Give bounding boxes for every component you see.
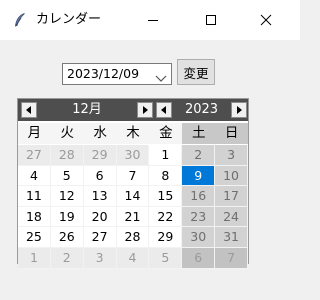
day-cell[interactable]: 21: [116, 206, 150, 228]
day-cell[interactable]: 27: [18, 145, 51, 166]
day-cell[interactable]: 25: [18, 227, 51, 248]
change-button[interactable]: 変更: [177, 59, 215, 85]
day-cell[interactable]: 11: [18, 186, 51, 207]
feather-icon: [12, 12, 28, 28]
calendar-header: 12月 2023: [18, 99, 248, 121]
weekday-label: 水: [93, 125, 107, 141]
day-cell[interactable]: 27: [83, 227, 117, 248]
day-cell[interactable]: 26: [50, 227, 84, 248]
window-title: カレンダー: [36, 12, 102, 27]
date-picker-combo[interactable]: 2023/12/09: [62, 63, 172, 85]
triangle-right-icon: [143, 106, 148, 114]
day-cell[interactable]: 30: [116, 145, 150, 166]
weekday-label: 火: [60, 125, 75, 141]
next-year-button[interactable]: [231, 102, 247, 118]
day-cell[interactable]: 6: [182, 247, 216, 269]
weekday-label: 日: [215, 123, 248, 144]
app-window: カレンダー 2023/12/09 変更 12月 2023 月 火 水 木 金 土…: [0, 0, 300, 300]
day-cell[interactable]: 10: [215, 165, 248, 187]
day-cell[interactable]: 20: [83, 206, 117, 228]
weekday-label: 月: [27, 125, 42, 141]
prev-year-button[interactable]: [156, 102, 172, 118]
calendar: 12月 2023 月 火 水 木 金 土 日 27 28 29 30 1 2 3…: [17, 98, 249, 269]
day-cell[interactable]: 22: [149, 206, 183, 228]
day-cell[interactable]: 19: [50, 206, 84, 228]
day-cell[interactable]: 2: [50, 247, 84, 269]
close-icon: [260, 14, 272, 26]
day-cell[interactable]: 29: [83, 145, 117, 166]
year-label: 2023: [184, 102, 219, 117]
day-cell[interactable]: 8: [149, 165, 183, 187]
triangle-left-icon: [26, 106, 31, 114]
day-cell[interactable]: 4: [116, 247, 150, 269]
triangle-left-icon: [161, 106, 166, 114]
chevron-down-icon[interactable]: [155, 69, 167, 82]
date-value: 2023/12/09: [67, 66, 140, 81]
day-cell[interactable]: 18: [18, 206, 51, 228]
day-cell[interactable]: 15: [149, 186, 183, 207]
maximize-icon: [206, 15, 216, 25]
day-cell[interactable]: 14: [116, 186, 150, 207]
day-cell[interactable]: 6: [83, 165, 117, 187]
title-bar[interactable]: カレンダー: [0, 0, 300, 40]
day-cell[interactable]: 4: [18, 165, 51, 187]
day-cell[interactable]: 24: [215, 206, 248, 228]
day-cell[interactable]: 31: [215, 227, 248, 248]
day-cell-selected[interactable]: 9: [182, 165, 216, 187]
day-cell[interactable]: 16: [182, 186, 216, 207]
day-cell[interactable]: 5: [50, 165, 84, 187]
weekday-label: 土: [182, 123, 216, 144]
maximize-button[interactable]: [188, 0, 234, 40]
day-cell[interactable]: 7: [116, 165, 150, 187]
day-cell[interactable]: 1: [18, 247, 51, 269]
weekday-label: 木: [126, 125, 140, 141]
day-cell[interactable]: 29: [149, 227, 183, 248]
prev-month-button[interactable]: [21, 102, 37, 118]
day-cell[interactable]: 3: [83, 247, 117, 269]
day-cell[interactable]: 28: [116, 227, 150, 248]
day-cell[interactable]: 2: [182, 145, 216, 166]
day-cell[interactable]: 28: [50, 145, 84, 166]
weekday-label: 金: [159, 125, 173, 141]
day-cell[interactable]: 17: [215, 186, 248, 207]
day-cell[interactable]: 12: [50, 186, 84, 207]
minimize-icon: [148, 20, 158, 21]
next-month-button[interactable]: [137, 102, 153, 118]
day-cell[interactable]: 7: [215, 247, 248, 269]
day-cell[interactable]: 1: [149, 145, 183, 166]
day-cell[interactable]: 5: [149, 247, 183, 269]
minimize-button[interactable]: [130, 0, 176, 40]
day-cell[interactable]: 30: [182, 227, 216, 248]
month-label: 12月: [72, 102, 102, 117]
weekday-header-row: 月 火 水 木 金 土 日: [18, 123, 248, 144]
triangle-right-icon: [237, 106, 242, 114]
day-cell[interactable]: 13: [83, 186, 117, 207]
days-grid: 27 28 29 30 1 2 3 4 5 6 7 8 9 10 11 12 1…: [18, 145, 248, 269]
day-cell[interactable]: 3: [215, 145, 248, 166]
close-button[interactable]: [243, 0, 289, 40]
day-cell[interactable]: 23: [182, 206, 216, 228]
